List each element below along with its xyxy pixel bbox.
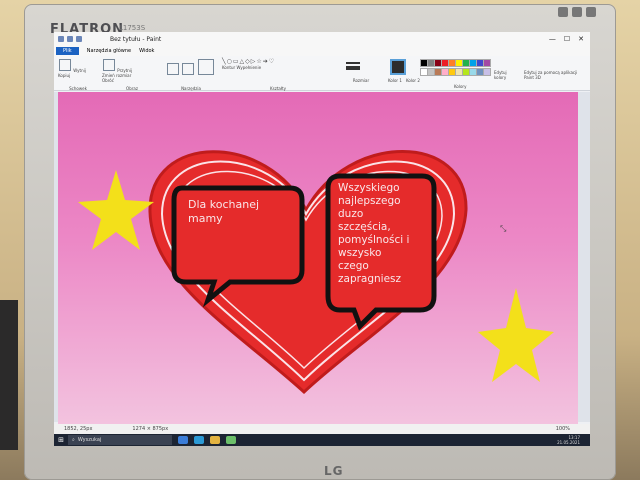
group-label-clipboard: Schowek (69, 86, 87, 91)
size-label: Rozmiar (352, 78, 370, 83)
paint3d-button[interactable]: Edytuj za pomocą aplikacji Paint 3D (524, 70, 584, 80)
ribbon-tabs: Plik Narzędzia główne Widok (54, 46, 590, 56)
clipboard-group: Wytnij Kopiuj Schowek (58, 58, 98, 91)
maximize-button[interactable]: ☐ (564, 35, 570, 43)
color1-label: Kolor 1 (388, 78, 402, 83)
search-icon: ⌕ (72, 437, 75, 443)
edit-colors-button[interactable]: Edytuj kolory (494, 70, 520, 80)
bubble-left-text: Dla kochanej mamy (188, 198, 260, 225)
fill-button[interactable]: Wypełnienie (236, 65, 261, 70)
shapes-group: ╲○▭△◇▷☆➔♡ Kontur Wypełnienie Kształty (222, 58, 334, 91)
minimize-button[interactable]: — (549, 35, 556, 43)
color2-label: Kolor 2 (406, 78, 420, 83)
monitor-model: L1753S (119, 24, 146, 32)
cut-button[interactable]: Wytnij (73, 68, 86, 73)
taskbar-clock[interactable]: 13:17 21.05.2021 (557, 435, 590, 445)
zoom-level[interactable]: 100% (556, 426, 570, 432)
fill-icon[interactable] (182, 63, 195, 75)
paste-icon[interactable] (59, 59, 71, 71)
quick-access-toolbar[interactable] (58, 36, 82, 42)
shapes-gallery-icon[interactable]: ╲○▭△◇▷☆➔♡ (222, 58, 275, 65)
title-bar: Bez tytułu - Paint — ☐ ✕ (54, 32, 590, 46)
size-group[interactable]: Rozmiar (346, 58, 376, 83)
drawing-canvas[interactable]: Dla kochanej mamy Wszyskiego najlepszego… (58, 92, 578, 424)
outline-button[interactable]: Kontur (222, 65, 235, 70)
taskbar-explorer-icon[interactable] (210, 436, 220, 444)
image-group: Przytnij Zmień rozmiar Obróć Obraz (102, 58, 162, 91)
tab-home[interactable]: Narzędzia główne (87, 48, 131, 54)
palette-swatch-9[interactable] (483, 59, 491, 67)
windows-start-icon[interactable]: ⊞ (54, 436, 68, 444)
cursor-position: 1852, 25px (64, 426, 93, 432)
mouse-cursor-icon: ⤡ (500, 224, 507, 233)
lg-logo: LG (324, 464, 344, 478)
palette-swatch-19[interactable] (483, 68, 491, 76)
color1-swatch[interactable] (390, 59, 406, 75)
monitor: FLATRON L1753S Bez tytułu - Paint — ☐ ✕ … (24, 4, 616, 480)
group-label-colors: Kolory (454, 84, 467, 89)
bubble-right-text: Wszyskiego najlepszego duzo szczęścia, p… (338, 182, 410, 285)
taskbar-paint-icon[interactable] (226, 436, 236, 444)
select-icon[interactable] (103, 59, 115, 71)
screen: Bez tytułu - Paint — ☐ ✕ Plik Narzędzia … (54, 32, 590, 446)
search-label: Wyszukaj (77, 437, 102, 443)
tab-view[interactable]: Widok (139, 48, 154, 54)
tools-group: Narzędzia (166, 58, 216, 91)
color-palette (420, 59, 491, 76)
taskbar-edge-icon[interactable] (194, 436, 204, 444)
copy-button[interactable]: Kopiuj (58, 73, 70, 78)
star-right (478, 288, 554, 382)
ribbon: Wytnij Kopiuj Schowek Przytnij Zmień roz… (54, 56, 590, 91)
star-left (78, 170, 154, 250)
rotate-button[interactable]: Obróć (102, 78, 114, 83)
group-label-shapes: Kształty (270, 86, 286, 91)
tab-file[interactable]: Plik (56, 47, 79, 55)
chair-edge (0, 300, 18, 450)
group-label-image: Obraz (126, 86, 138, 91)
status-bar: 1852, 25px 1274 × 875px 100% (54, 424, 590, 434)
taskbar: ⊞ ⌕ Wyszukaj 13:17 21.05.2021 (54, 434, 590, 446)
taskbar-search[interactable]: ⌕ Wyszukaj (68, 435, 172, 445)
clock-date: 21.05.2021 (557, 440, 580, 445)
window-title: Bez tytułu - Paint (110, 35, 162, 43)
image-size: 1274 × 875px (132, 426, 169, 432)
brush-icon[interactable] (197, 59, 214, 75)
close-button[interactable]: ✕ (578, 35, 584, 43)
taskbar-task-view-icon[interactable] (178, 436, 188, 444)
monitor-buttons (558, 7, 596, 17)
pencil-icon[interactable] (167, 63, 179, 75)
canvas-area: Dla kochanej mamy Wszyskiego najlepszego… (54, 92, 590, 424)
group-label-tools: Narzędzia (181, 86, 201, 91)
